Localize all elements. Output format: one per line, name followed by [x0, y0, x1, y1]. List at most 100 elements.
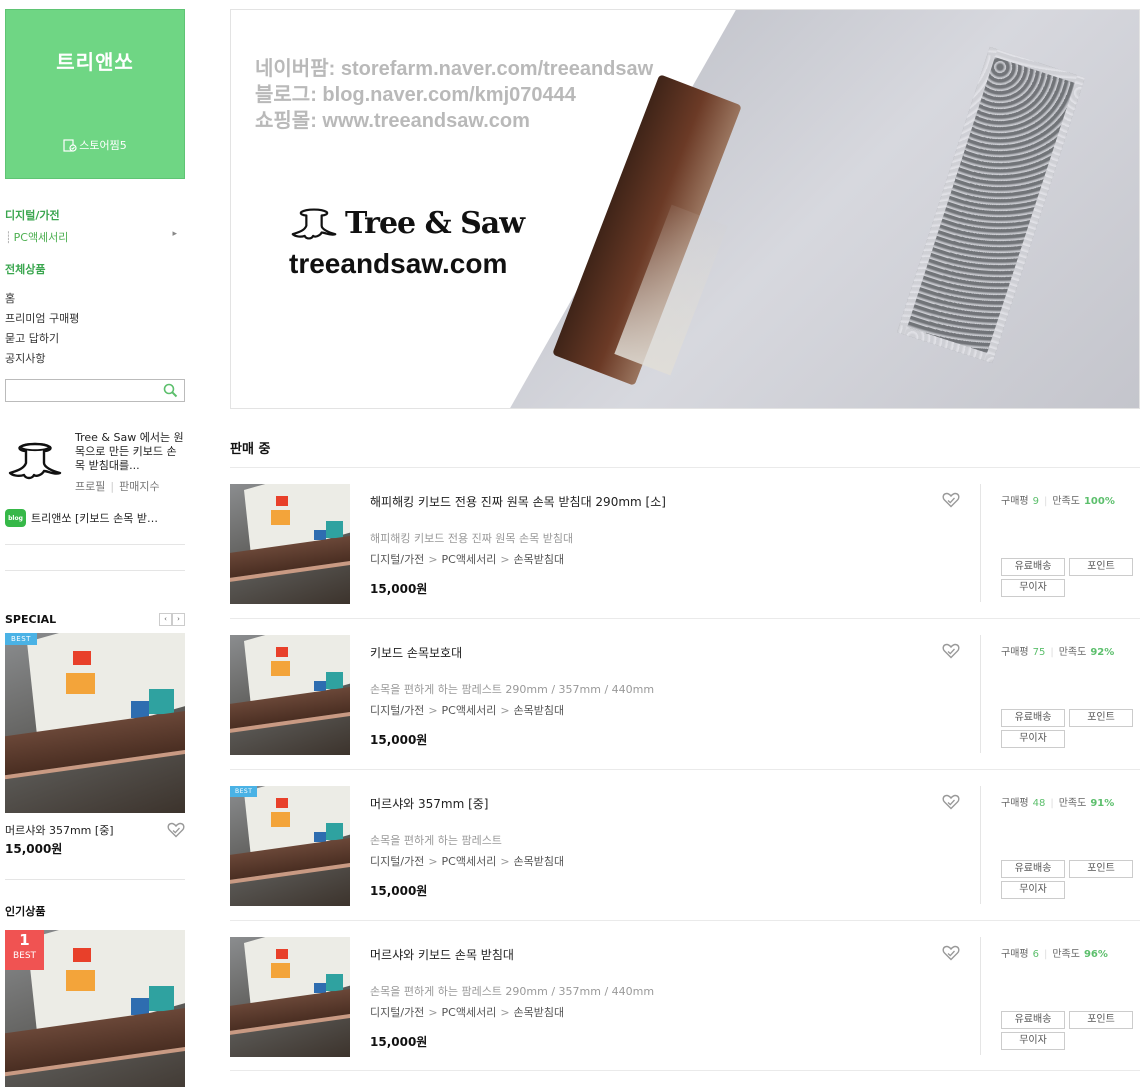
- brand-url: treeandsaw.com: [289, 248, 508, 279]
- menu-premium-reviews[interactable]: 프리미엄 구매평: [5, 309, 185, 329]
- product-thumbnail[interactable]: [230, 484, 350, 604]
- review-count[interactable]: 48: [1033, 798, 1046, 809]
- category-item[interactable]: ┊ PC액세서리 ▸: [5, 229, 185, 245]
- heart-icon[interactable]: [942, 794, 960, 810]
- heart-icon[interactable]: [167, 822, 185, 838]
- sales-index-link[interactable]: 판매지수: [119, 480, 159, 493]
- store-grade[interactable]: 스토어찜5: [6, 137, 184, 153]
- product-row[interactable]: 키보드 손목보호대 손목을 편하게 하는 팜레스트 290mm / 357mm …: [230, 618, 1140, 769]
- banner-url-shop: 쇼핑몰: www.treeandsaw.com: [255, 110, 530, 132]
- banner-url-storefarm: 네이버팜: storefarm.naver.com/treeandsaw: [255, 58, 654, 80]
- product-description: 손목을 편하게 하는 팜레스트 290mm / 357mm / 440mm: [370, 985, 655, 998]
- brand-name: Tree & Saw: [345, 206, 525, 241]
- profile-link[interactable]: 프로필: [75, 480, 105, 493]
- special-title: SPECIAL: [5, 613, 57, 626]
- category-level-2[interactable]: PC액세서리: [442, 1006, 497, 1019]
- product-thumbnail[interactable]: [230, 937, 350, 1057]
- divider: [5, 879, 185, 880]
- review-label[interactable]: 구매평: [1001, 647, 1029, 658]
- product-category-path: 디지털/가전 > PC액세서리 > 손목받침대: [370, 702, 564, 718]
- tag-points: 포인트: [1069, 558, 1133, 576]
- popular-product-image[interactable]: 1 BEST: [5, 930, 185, 1087]
- satisfaction-percent: 100%: [1083, 496, 1115, 507]
- rank-badge: 1 BEST: [5, 930, 44, 970]
- chevron-right-icon: >: [428, 704, 438, 717]
- special-product-name[interactable]: 머르샤와 357mm [중]: [5, 822, 114, 838]
- review-count[interactable]: 9: [1033, 496, 1039, 507]
- product-thumbnail[interactable]: [230, 635, 350, 755]
- store-zzim-icon: [63, 139, 77, 152]
- divider: [980, 937, 981, 1055]
- prev-arrow-icon[interactable]: ‹: [159, 613, 172, 626]
- menu-qna[interactable]: 묻고 답하기: [5, 329, 185, 349]
- product-row[interactable]: 해피해킹 키보드 전용 진짜 원목 손목 받침대 290mm [소] 해피해킹 …: [230, 467, 1140, 618]
- product-list: 해피해킹 키보드 전용 진짜 원목 손목 받침대 290mm [소] 해피해킹 …: [230, 467, 1140, 1071]
- tag-paid-shipping: 유료배송: [1001, 709, 1065, 727]
- tag-paid-shipping: 유료배송: [1001, 558, 1065, 576]
- divider: [5, 570, 185, 571]
- satisfaction-label: 만족도: [1058, 798, 1087, 809]
- tag-paid-shipping: 유료배송: [1001, 860, 1065, 878]
- divider: [980, 484, 981, 602]
- store-header[interactable]: 트리앤쏘 스토어찜5: [5, 9, 185, 179]
- product-stats: 구매평 48 | 만족도 91%: [1001, 794, 1114, 809]
- special-header: SPECIAL ‹ ›: [5, 613, 185, 626]
- review-count[interactable]: 75: [1033, 647, 1046, 658]
- category-level-1[interactable]: 디지털/가전: [370, 553, 424, 566]
- banner-url-blog: 블로그: blog.naver.com/kmj070444: [255, 84, 576, 106]
- tag-points: 포인트: [1069, 860, 1133, 878]
- section-title: 판매 중: [230, 442, 271, 457]
- satisfaction-label: 만족도: [1052, 496, 1080, 507]
- search-icon[interactable]: [163, 383, 178, 398]
- product-category-path: 디지털/가전 > PC액세서리 > 손목받침대: [370, 853, 564, 869]
- category-level-2[interactable]: PC액세서리: [442, 855, 497, 868]
- chevron-right-icon: >: [428, 553, 438, 566]
- divider: [980, 635, 981, 753]
- review-count[interactable]: 6: [1033, 949, 1039, 960]
- tag-paid-shipping: 유료배송: [1001, 1011, 1065, 1029]
- product-title[interactable]: 머르샤와 키보드 손목 받침대: [370, 946, 514, 963]
- store-grade-label: 스토어찜5: [79, 139, 127, 152]
- category-title[interactable]: 디지털/가전: [5, 207, 185, 223]
- product-title[interactable]: 머르샤와 357mm [중]: [370, 795, 488, 812]
- link-divider: |: [110, 480, 115, 493]
- next-arrow-icon[interactable]: ›: [172, 613, 185, 626]
- product-tags: 유료배송 포인트 무이자: [1001, 860, 1133, 899]
- review-label[interactable]: 구매평: [1001, 798, 1029, 809]
- blog-link[interactable]: blog 트리앤쏘 [키보드 손목 받…: [5, 509, 185, 527]
- category-level-3[interactable]: 손목받침대: [514, 855, 565, 868]
- chevron-right-icon: >: [428, 1006, 438, 1019]
- category-level-1[interactable]: 디지털/가전: [370, 704, 424, 717]
- product-row[interactable]: BEST 머르샤와 357mm [중] 손목을 편하게 하는 팜레스트 디지털/…: [230, 769, 1140, 920]
- product-thumbnail[interactable]: BEST: [230, 786, 350, 906]
- product-title[interactable]: 해피해킹 키보드 전용 진짜 원목 손목 받침대 290mm [소]: [370, 493, 666, 510]
- category-level-1[interactable]: 디지털/가전: [370, 855, 424, 868]
- review-label[interactable]: 구매평: [1001, 496, 1029, 507]
- special-product-image[interactable]: BEST: [5, 633, 185, 813]
- store-name[interactable]: 트리앤쏘: [6, 46, 184, 75]
- menu-notice[interactable]: 공지사항: [5, 349, 185, 369]
- menu-home[interactable]: 홈: [5, 289, 185, 309]
- category-level-3[interactable]: 손목받침대: [514, 1006, 565, 1019]
- heart-icon[interactable]: [942, 945, 960, 961]
- tree-dots-icon: ┊: [5, 231, 12, 244]
- product-row[interactable]: 머르샤와 키보드 손목 받침대 손목을 편하게 하는 팜레스트 290mm / …: [230, 920, 1140, 1071]
- all-products-link[interactable]: 전체상품: [5, 261, 185, 277]
- category-level-3[interactable]: 손목받침대: [514, 553, 565, 566]
- satisfaction-percent: 96%: [1083, 949, 1108, 960]
- chevron-right-icon: >: [428, 855, 438, 868]
- heart-icon[interactable]: [942, 643, 960, 659]
- review-label[interactable]: 구매평: [1001, 949, 1029, 960]
- category-level-2[interactable]: PC액세서리: [442, 553, 497, 566]
- product-title[interactable]: 키보드 손목보호대: [370, 644, 462, 661]
- category-level-1[interactable]: 디지털/가전: [370, 1006, 424, 1019]
- category-level-2[interactable]: PC액세서리: [442, 704, 497, 717]
- product-price: 15,000원: [370, 733, 428, 747]
- tree-stump-logo[interactable]: [5, 431, 65, 491]
- keyboard-photo: [5, 633, 185, 813]
- search-input[interactable]: [6, 380, 156, 401]
- tag-points: 포인트: [1069, 709, 1133, 727]
- category-level-3[interactable]: 손목받침대: [514, 704, 565, 717]
- heart-icon[interactable]: [942, 492, 960, 508]
- profile-description: Tree & Saw 에서는 원목으로 만든 키보드 손목 받침대를...: [75, 431, 184, 472]
